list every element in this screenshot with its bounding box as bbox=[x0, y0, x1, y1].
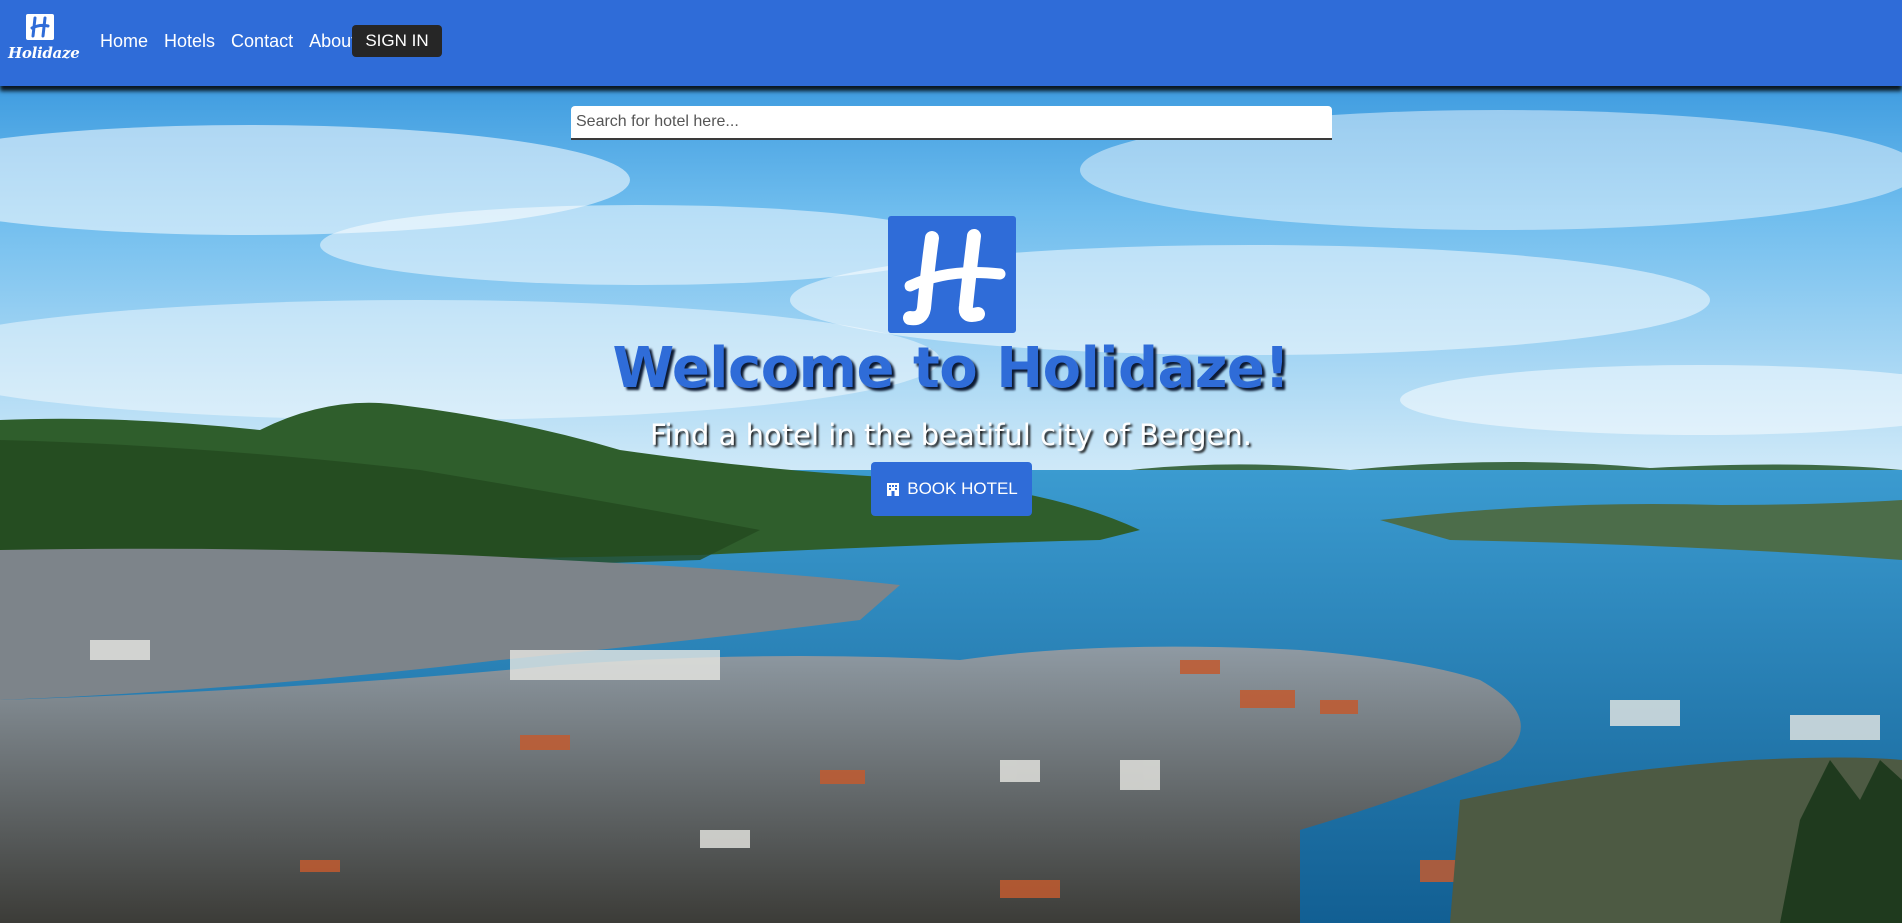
hero-title: Welcome to Holidaze! bbox=[612, 336, 1290, 401]
book-hotel-label: BOOK HOTEL bbox=[907, 479, 1018, 498]
holidaze-logo-icon bbox=[26, 14, 54, 40]
hotel-icon bbox=[885, 481, 901, 497]
hero-logo-icon bbox=[888, 216, 1016, 333]
nav-link-about[interactable]: About bbox=[309, 28, 356, 54]
sign-in-button[interactable]: SIGN IN bbox=[352, 25, 442, 57]
nav-link-contact[interactable]: Contact bbox=[231, 28, 293, 54]
nav-link-hotels[interactable]: Hotels bbox=[164, 28, 215, 54]
hero-subtitle: Find a hotel in the beatiful city of Ber… bbox=[650, 418, 1252, 452]
nav-link-home[interactable]: Home bbox=[100, 28, 148, 54]
hotel-search-input[interactable] bbox=[571, 106, 1332, 140]
nav-links: Home Hotels Contact About bbox=[100, 28, 356, 54]
navbar: Holidaze Home Hotels Contact About SIGN … bbox=[0, 0, 1902, 86]
book-hotel-button[interactable]: BOOK HOTEL bbox=[871, 462, 1032, 516]
brand-logo[interactable]: Holidaze bbox=[8, 14, 80, 70]
brand-name: Holidaze bbox=[8, 44, 80, 62]
